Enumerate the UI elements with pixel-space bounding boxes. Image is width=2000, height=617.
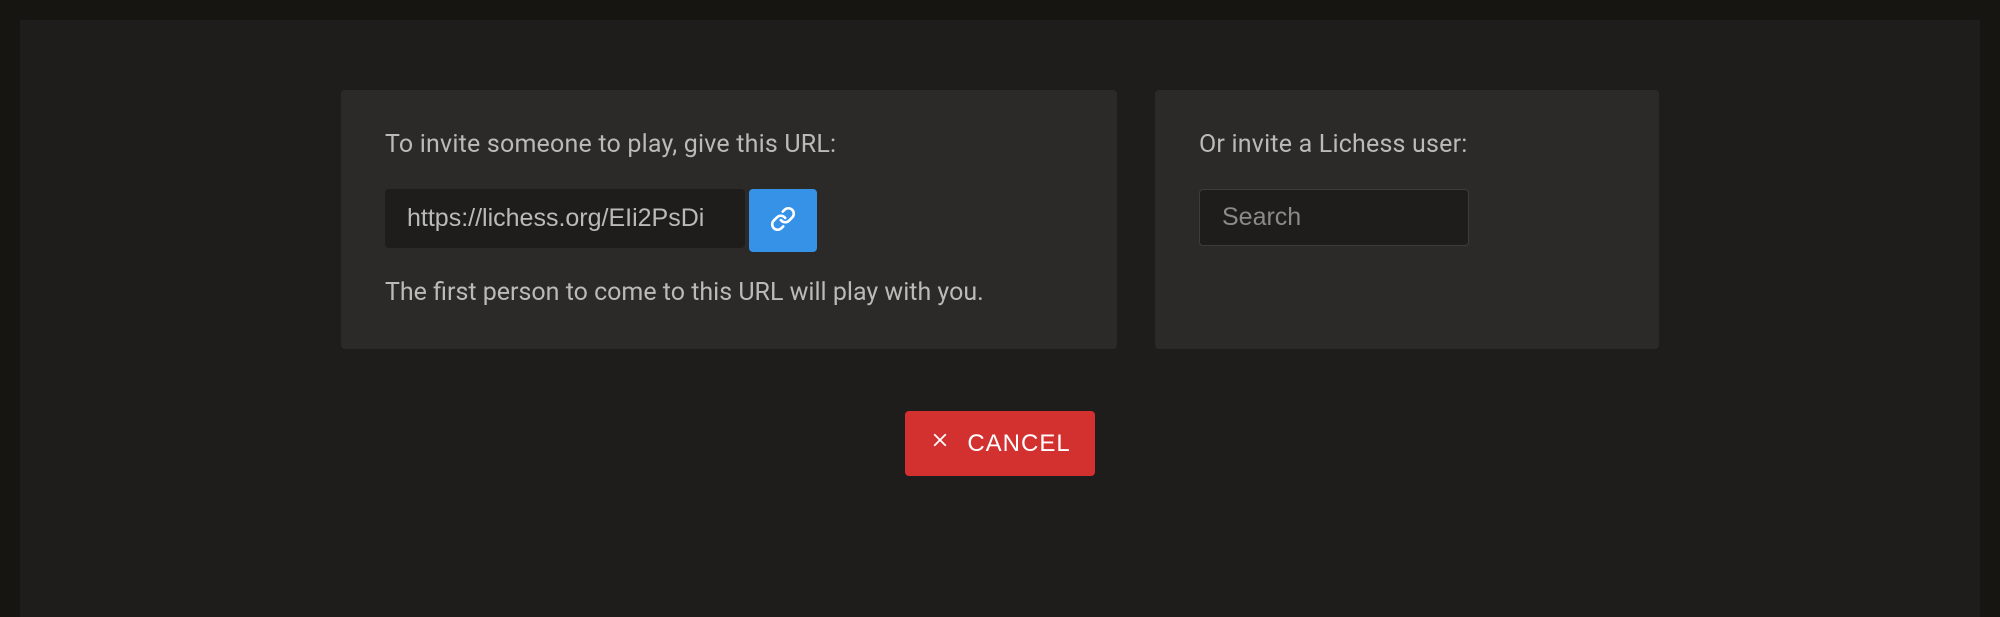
close-icon — [929, 429, 951, 458]
panels-container: To invite someone to play, give this URL… — [341, 90, 1659, 349]
link-icon — [770, 206, 796, 235]
invite-url-panel: To invite someone to play, give this URL… — [341, 90, 1117, 349]
invite-url-field[interactable] — [385, 189, 745, 248]
copy-url-button[interactable] — [749, 189, 817, 252]
invite-help-text: The first person to come to this URL wil… — [385, 278, 1073, 307]
cancel-button[interactable]: CANCEL — [905, 411, 1094, 476]
url-row — [385, 189, 1073, 252]
page-background: To invite someone to play, give this URL… — [20, 20, 1980, 617]
invite-user-heading: Or invite a Lichess user: — [1199, 130, 1615, 159]
cancel-row: CANCEL — [20, 411, 1980, 476]
cancel-button-label: CANCEL — [967, 430, 1070, 458]
invite-url-heading: To invite someone to play, give this URL… — [385, 130, 1073, 159]
user-search-input[interactable] — [1199, 189, 1469, 246]
invite-user-panel: Or invite a Lichess user: — [1155, 90, 1659, 349]
